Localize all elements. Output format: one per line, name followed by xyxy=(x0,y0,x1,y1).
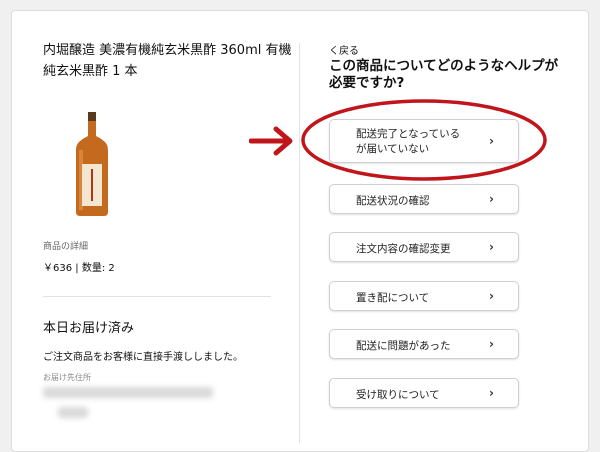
address-label: お届け先住所 xyxy=(43,373,91,382)
arrow-right-icon xyxy=(249,126,293,156)
option-label: 配送状況の確認 xyxy=(356,195,430,207)
chevron-right-icon: › xyxy=(489,386,494,400)
delivery-message: ご注文商品をお客様に直接手渡ししました。 xyxy=(43,352,243,363)
chevron-right-icon: › xyxy=(489,192,494,206)
option-receiving[interactable]: 受け取りについて › xyxy=(329,378,519,408)
chevron-right-icon: › xyxy=(489,337,494,351)
highlight-ellipse xyxy=(301,99,547,181)
product-title: 内堀醸造 美濃有機純玄米黒酢 360ml 有機純玄米黒酢 1 本 xyxy=(43,43,292,79)
help-question: この商品についてどのようなヘルプが必要ですか? xyxy=(329,58,559,91)
detail-label: 商品の詳細 xyxy=(43,242,89,252)
option-label: 配送に問題があった xyxy=(356,340,451,352)
back-link[interactable]: く戻る xyxy=(329,42,359,57)
option-delivery-problem[interactable]: 配送に問題があった › xyxy=(329,329,519,359)
option-label: 置き配について xyxy=(356,292,430,304)
option-leave-at-door[interactable]: 置き配について › xyxy=(329,281,519,311)
chevron-right-icon: › xyxy=(489,289,494,303)
address-blurred-line xyxy=(43,387,213,398)
option-label: 注文内容の確認変更 xyxy=(356,243,451,255)
option-check-delivery-status[interactable]: 配送状況の確認 › xyxy=(329,184,519,214)
option-label: 受け取りについて xyxy=(356,389,440,401)
price-quantity: ￥636 | 数量: 2 xyxy=(43,263,115,274)
chevron-right-icon: › xyxy=(489,240,494,254)
delivery-status: 本日お届け済み xyxy=(43,321,135,336)
address-blurred-line xyxy=(58,407,88,418)
option-order-changes[interactable]: 注文内容の確認変更 › xyxy=(329,232,519,262)
section-divider xyxy=(43,296,271,297)
product-bottle-image xyxy=(76,112,108,216)
